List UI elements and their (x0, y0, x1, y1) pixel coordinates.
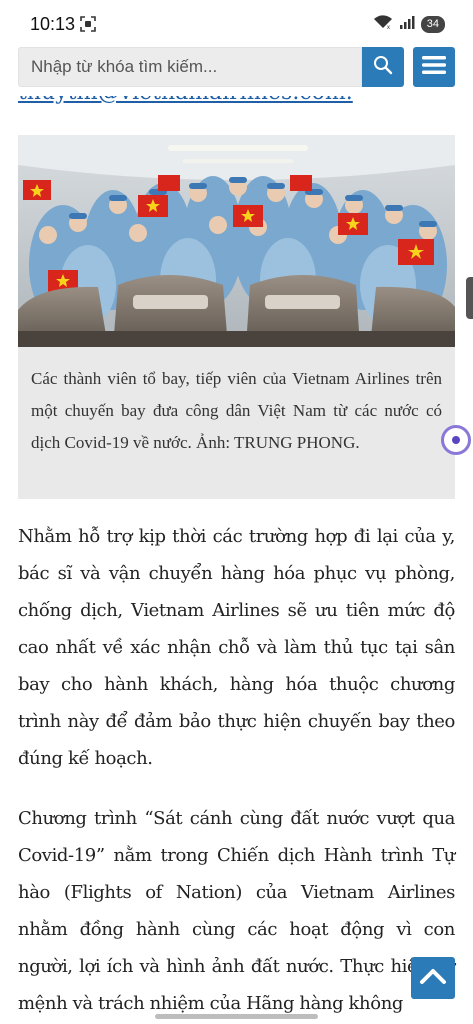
back-to-top-button[interactable] (411, 957, 455, 999)
article-photo (18, 135, 455, 347)
wifi-icon: x (373, 14, 393, 35)
svg-text:x: x (387, 25, 390, 30)
article-paragraph: Chương trình “Sát cánh cùng đất nước vượ… (18, 808, 455, 1014)
chevron-up-icon (419, 967, 447, 990)
status-bar: 10:13 x 34 (0, 0, 473, 48)
caption-text: Các thành viên tổ bay, tiếp viên của Vie… (31, 369, 442, 452)
hamburger-menu-icon (422, 55, 446, 80)
search-header (0, 44, 473, 96)
status-time: 10:13 (30, 14, 76, 34)
search-field[interactable] (18, 47, 363, 87)
assistant-dot (452, 436, 460, 444)
screen-record-icon (80, 16, 96, 37)
assistant-bubble-icon[interactable] (441, 425, 471, 455)
search-button[interactable] (362, 47, 404, 87)
status-icons: x 34 (373, 14, 445, 35)
menu-button[interactable] (413, 47, 455, 87)
search-icon (373, 55, 393, 80)
edge-panel-handle[interactable] (466, 277, 473, 319)
gesture-bar[interactable] (155, 1014, 318, 1019)
image-caption: Các thành viên tổ bay, tiếp viên của Vie… (18, 347, 455, 499)
signal-icon (399, 14, 415, 35)
search-input[interactable] (19, 48, 363, 86)
article-paragraph: Nhằm hỗ trợ kịp thời các trường hợp đi l… (18, 526, 455, 769)
battery-icon: 34 (420, 16, 445, 33)
